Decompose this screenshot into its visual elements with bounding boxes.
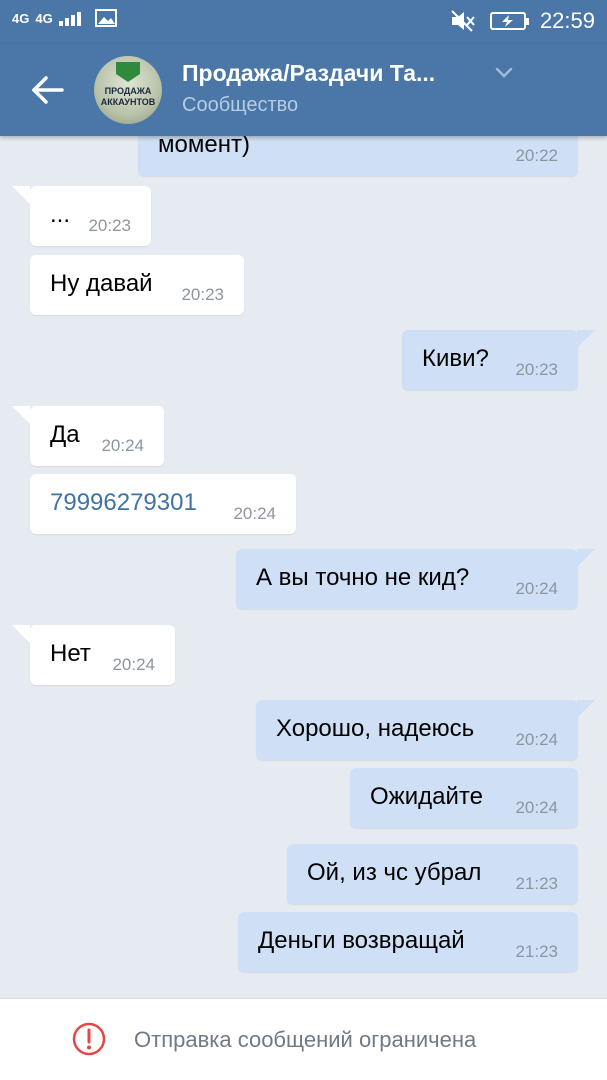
bubble-tail [577, 700, 595, 718]
bubble-tail [577, 330, 595, 348]
network-indicator: 4G [12, 10, 30, 26]
signal-icon [58, 12, 81, 26]
community-avatar[interactable]: ПРОДАЖА АККАУНТОВ [94, 56, 162, 124]
clock: 22:59 [539, 8, 595, 33]
message-time: 21:23 [515, 942, 558, 961]
message-list[interactable]: момент) 20:22 ... 20:23 Ну давай 20:23 К… [0, 136, 607, 998]
status-left: 4G 4G [12, 9, 117, 27]
message-time: 20:24 [101, 436, 144, 455]
message-time: 21:23 [515, 874, 558, 893]
avatar-text-line1: ПРОДАЖА [104, 86, 152, 96]
avatar-text-line2: АККАУНТОВ [100, 97, 156, 107]
message-text: Деньги возвращай [258, 927, 465, 954]
message-incoming[interactable]: 79996279301 20:24 [30, 474, 296, 534]
message-text: Ой, из чс убрал [307, 859, 482, 886]
message-time: 20:22 [515, 146, 558, 165]
bubble-tail [12, 186, 30, 204]
image-icon [94, 9, 117, 27]
bubble-tail [12, 625, 30, 643]
message-time: 20:24 [515, 798, 558, 817]
message-text: Нет [50, 640, 91, 667]
chevron-down-icon[interactable] [494, 66, 514, 80]
message-incoming[interactable]: Ну давай 20:23 [30, 255, 244, 315]
emblem-icon [116, 62, 140, 82]
bubble-tail [577, 549, 595, 567]
phone-number-link[interactable]: 79996279301 [50, 489, 197, 517]
message-text: Ну давай [50, 270, 153, 297]
message-text: Киви? [422, 345, 489, 372]
message-text: Ожидайте [370, 783, 483, 810]
network-indicator-2: 4G [35, 10, 53, 26]
message-outgoing[interactable]: Ой, из чс убрал 21:23 [287, 844, 578, 904]
message-time: 20:23 [181, 285, 224, 304]
message-text: ... [50, 201, 71, 228]
message-incoming[interactable]: Нет 20:24 [30, 625, 175, 685]
message-text: А вы точно не кид? [256, 564, 470, 591]
message-time: 20:24 [515, 579, 558, 598]
message-incoming[interactable]: Да 20:24 [30, 406, 164, 466]
message-time: 20:24 [233, 504, 276, 523]
arrow-left-icon[interactable] [30, 72, 66, 108]
message-outgoing[interactable]: Ожидайте 20:24 [350, 768, 578, 828]
message-time: 20:24 [112, 655, 155, 674]
message-outgoing[interactable]: Киви? 20:23 [402, 330, 578, 390]
bubble-tail [12, 406, 30, 424]
message-time: 20:24 [515, 730, 558, 749]
message-text: Да [50, 421, 80, 448]
message-outgoing[interactable]: А вы точно не кид? 20:24 [236, 549, 578, 609]
message-restriction-bar: Отправка сообщений ограничена [0, 998, 607, 1080]
restriction-text: Отправка сообщений ограничена [134, 1027, 477, 1052]
message-incoming[interactable]: ... 20:23 [30, 186, 151, 246]
message-outgoing[interactable]: Деньги возвращай 21:23 [238, 912, 578, 972]
exclamation-circle-icon [72, 1022, 106, 1056]
message-outgoing[interactable]: момент) 20:22 [138, 136, 578, 176]
chat-subtitle: Сообщество [182, 94, 299, 116]
message-time: 20:23 [515, 360, 558, 379]
chat-header: ПРОДАЖА АККАУНТОВ Продажа/Раздачи Та... … [0, 44, 607, 136]
message-outgoing[interactable]: Хорошо, надеюсь 20:24 [256, 700, 578, 760]
message-time: 20:23 [88, 216, 131, 235]
mute-icon [451, 10, 475, 32]
status-right: 22:59 [450, 8, 595, 34]
message-text: момент) [158, 136, 250, 158]
chat-title[interactable]: Продажа/Раздачи Та... [182, 60, 435, 87]
battery-charging-icon [489, 12, 529, 30]
status-bar: 4G 4G 22:59 [0, 0, 607, 44]
message-text: Хорошо, надеюсь [276, 715, 475, 742]
